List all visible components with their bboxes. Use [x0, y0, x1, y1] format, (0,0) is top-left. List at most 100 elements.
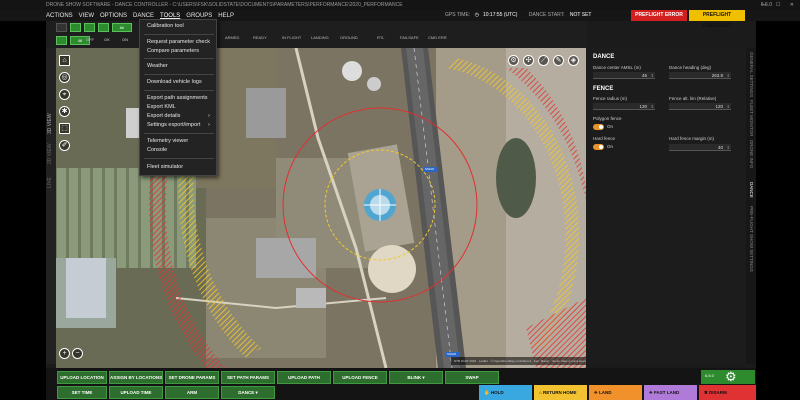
fence-alt-input[interactable]: 120 ⇕ [669, 103, 731, 110]
preflight-checklist-button[interactable]: PREFLIGHT CHECKLIST [689, 10, 745, 29]
menu-item-fleet-simulator[interactable]: Fleet simulator [147, 164, 183, 170]
menu-item-export-details[interactable]: Export details [147, 113, 180, 119]
spinner-icon[interactable]: ⇕ [727, 72, 730, 79]
upload-fence-button[interactable]: UPLOAD FENCE [333, 371, 387, 384]
stat-landing: LANDING [311, 35, 329, 40]
hard-fence-margin-input[interactable]: 40 ⇕ [669, 144, 731, 151]
dance-button[interactable]: DANCE [221, 386, 275, 399]
tab-general-settings[interactable]: GENERAL SETTINGS [749, 52, 754, 97]
tab-pre-flight[interactable]: PRE-FLIGHT [749, 206, 754, 233]
menu-item-request-parameter-check[interactable]: Request parameter check [147, 39, 210, 45]
menu-item-weather[interactable]: Weather [147, 63, 168, 69]
group-button-4[interactable] [98, 23, 109, 32]
menu-item-telemetry-viewer[interactable]: Telemetry viewer [147, 138, 188, 144]
location-icon[interactable]: ⌖ [59, 89, 70, 100]
map-view[interactable]: SS106 SS106 ⚙ ✣ ⟋ ✎ ◈ ⌂ ◎ ⌖ ✱ ⬚ ✐ + − NT… [56, 48, 586, 368]
swap-button[interactable]: SWAP [445, 371, 499, 384]
tab-2d-view[interactable]: 2D VIEW [47, 143, 53, 164]
gps-time-value: 10:17:55 (UTC) [482, 12, 518, 18]
group-button-5[interactable] [56, 36, 67, 45]
fence-alt-value: 120 [715, 104, 723, 109]
menu-options[interactable]: OPTIONS [100, 13, 127, 19]
spinner-icon[interactable]: ⇕ [651, 103, 654, 110]
dance-heading-input[interactable]: 263.8 ⇕ [669, 72, 731, 79]
gps-time-display: GPS TIME: ◷ 10:17:55 (UTC) DANCE START: N… [445, 10, 591, 21]
right-side-tabs: GENERAL SETTINGS FLEET MONITOR DRONE INF… [746, 48, 756, 364]
hold-button[interactable]: ✋ HOLD [479, 385, 532, 400]
hard-fence-state: On [607, 144, 614, 149]
dance-center-input[interactable]: 45 ⇕ [593, 72, 655, 79]
target-icon[interactable]: ◎ [59, 72, 70, 83]
assign-by-locations-button[interactable]: ASSIGN BY LOCATIONS [109, 371, 163, 384]
arm-button[interactable]: ARM [165, 386, 219, 399]
gps-time-label: GPS TIME: [445, 12, 471, 18]
letterbox-left [0, 0, 46, 400]
road-label-2: SS106 [447, 352, 457, 356]
select-icon[interactable]: ⬚ [59, 123, 70, 134]
satellite-map [56, 48, 586, 368]
swarm-icon[interactable]: ✱ [59, 106, 70, 117]
home-icon[interactable]: ⌂ [59, 55, 70, 66]
draw-icon[interactable]: ✐ [59, 140, 70, 151]
preflight-error-button[interactable]: PREFLIGHT ERROR [631, 10, 687, 21]
upload-location-button[interactable]: UPLOAD LOCATION [57, 371, 107, 384]
zoom-out-label: − [75, 350, 80, 357]
menu-item-settings-export-import[interactable]: Settings export/import [147, 122, 201, 128]
menu-item-calibration-tool[interactable]: Calibration tool [147, 23, 184, 29]
menu-item-compare-parameters[interactable]: Compare parameters [147, 48, 199, 54]
set-time-button[interactable]: SET TIME [57, 386, 107, 399]
spinner-icon[interactable]: ⇕ [651, 72, 654, 79]
disarm-button[interactable]: ✖ DISARM [699, 385, 756, 400]
hard-fence-toggle[interactable] [593, 144, 604, 150]
menu-item-export-path-assignments[interactable]: Export path assignments [147, 95, 208, 101]
edit-icon[interactable]: ✎ [553, 55, 564, 66]
window-controls[interactable]: — ☐ ✕ [762, 0, 798, 10]
settings-icon[interactable]: ⚙ [508, 55, 519, 66]
set-path-params-button[interactable]: SET PATH PARAMS [221, 371, 275, 384]
group-button-2[interactable] [70, 23, 81, 32]
tab-drone-info[interactable]: DRONE INFO [749, 140, 754, 168]
set-drone-params-button[interactable]: SET DRONE PARAMS [165, 371, 219, 384]
menu-groups[interactable]: GROUPS [186, 13, 212, 19]
tab-live[interactable]: LIVE [47, 177, 53, 188]
menu-item-console[interactable]: Console [147, 147, 167, 153]
menu-item-export-kml[interactable]: Export KML [147, 104, 176, 110]
select-all-button[interactable]: All [112, 23, 132, 32]
menu-dance[interactable]: DANCE [133, 13, 154, 19]
group-button-3[interactable] [84, 23, 95, 32]
upload-path-button[interactable]: UPLOAD PATH [277, 371, 331, 384]
menu-item-download-vehicle-logs[interactable]: Download vehicle logs [147, 79, 202, 85]
fence-radius-input[interactable]: 130 ⇕ [593, 103, 655, 110]
menu-separator [144, 34, 214, 35]
left-view-tabs: 3D VIEW 2D VIEW LIVE [46, 48, 56, 364]
submenu-arrow-icon: › [208, 122, 210, 128]
tab-fleet-monitor[interactable]: FLEET MONITOR [749, 100, 754, 136]
road-label-1: SS106 [425, 167, 435, 171]
group-button-1[interactable] [56, 23, 67, 32]
spinner-icon[interactable]: ⇕ [727, 103, 730, 110]
menu-tools[interactable]: TOOLS [160, 13, 180, 19]
menu-actions[interactable]: ACTIONS [46, 13, 73, 19]
tools-menu: Calibration tool Request parameter check… [139, 19, 217, 176]
menu-view[interactable]: VIEW [79, 13, 94, 19]
zoom-in-icon[interactable]: + [59, 348, 70, 359]
dance-heading-value: 263.8 [711, 73, 723, 78]
fleet-icon[interactable]: ✣ [523, 55, 534, 66]
upload-time-button[interactable]: UPLOAD TIME [109, 386, 163, 399]
land-button[interactable]: ✈ LAND [589, 385, 642, 400]
blink-button[interactable]: BLINK [389, 371, 443, 384]
menu-separator [144, 58, 214, 59]
dance-section-header: DANCE [593, 54, 615, 60]
menu-help[interactable]: HELP [218, 13, 234, 19]
zoom-out-icon[interactable]: − [72, 348, 83, 359]
tab-3d-view[interactable]: 3D VIEW [47, 113, 53, 134]
tab-show-settings[interactable]: SHOW SETTINGS [749, 234, 754, 272]
tab-dance[interactable]: DANCE [749, 182, 754, 198]
return-home-button[interactable]: ⌂ RETURN HOME [534, 385, 587, 400]
ruler-icon[interactable]: ⟋ [538, 55, 549, 66]
letterbox-right [756, 0, 800, 400]
spinner-icon[interactable]: ⇕ [727, 144, 730, 151]
polygon-fence-toggle[interactable] [593, 124, 604, 130]
fast-land-button[interactable]: ✈ FAST LAND [644, 385, 697, 400]
layers-icon[interactable]: ◈ [568, 55, 579, 66]
